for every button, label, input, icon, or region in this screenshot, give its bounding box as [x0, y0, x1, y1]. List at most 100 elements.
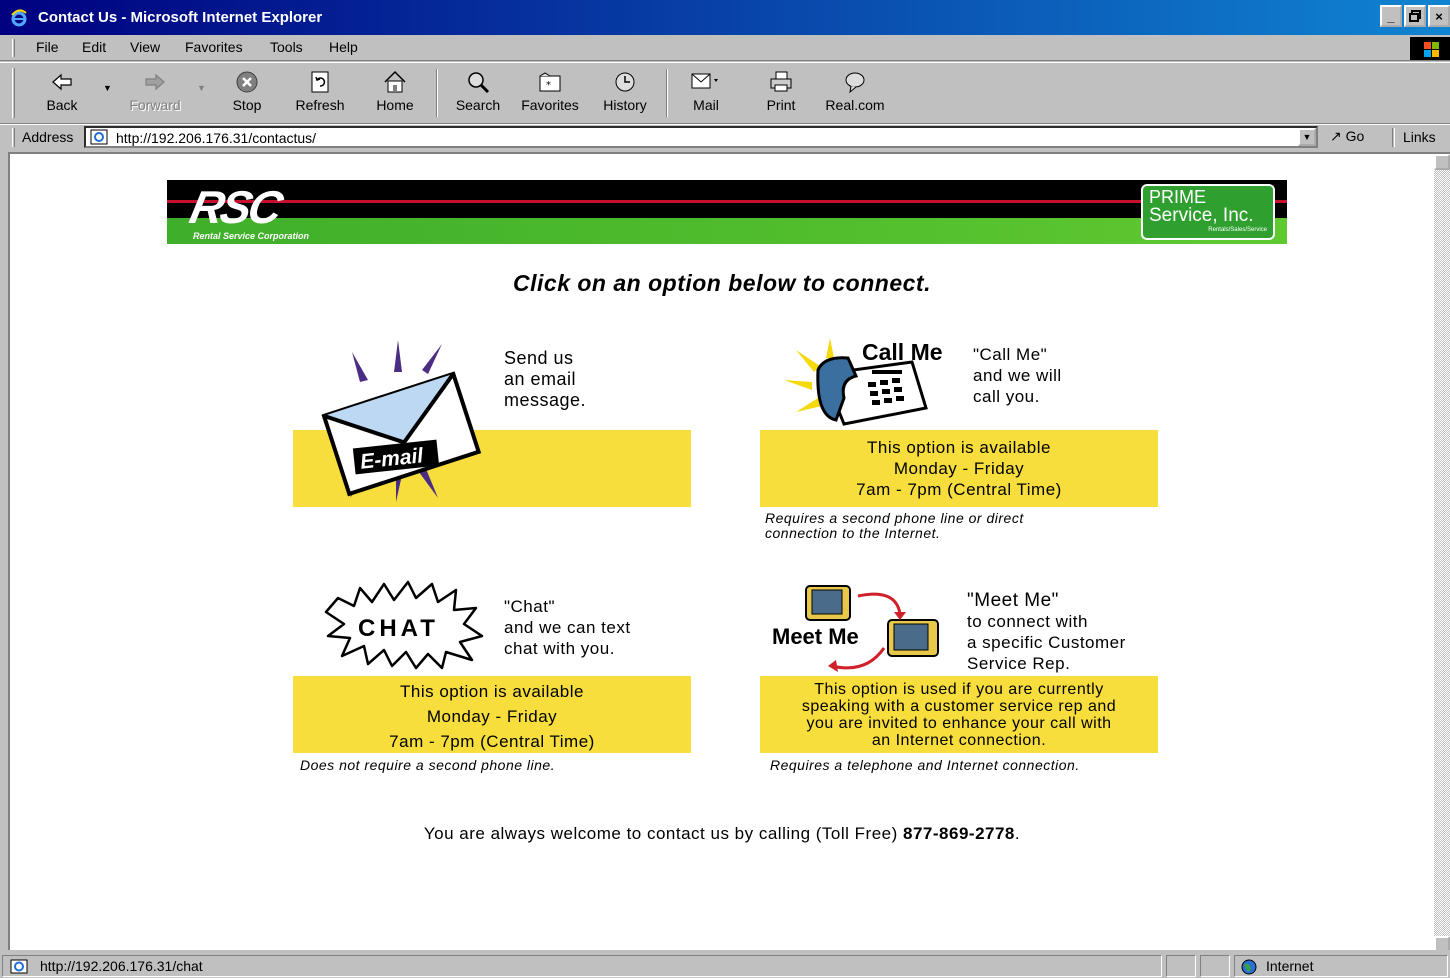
- email-envelope-icon[interactable]: E-mail: [310, 338, 482, 504]
- callme-icon-label: Call Me: [862, 339, 943, 365]
- scroll-down-button[interactable]: [1434, 936, 1450, 950]
- meetme-box-line1: This option is used if you are currently: [814, 681, 1104, 698]
- home-button[interactable]: Home: [370, 69, 420, 119]
- favorites-button[interactable]: * Favorites: [516, 69, 584, 119]
- meetme-box-line3: you are invited to enhance your call wit…: [806, 715, 1112, 732]
- address-input[interactable]: http://192.206.176.31/contactus/ ▼: [84, 126, 1318, 148]
- page-icon: [10, 959, 28, 974]
- toll-free-phone: 877-869-2778: [903, 824, 1015, 843]
- callme-box-line1: This option is available: [867, 438, 1051, 457]
- callme-note-line2: connection to the Internet.: [765, 525, 941, 541]
- meetme-icon[interactable]: Meet Me: [766, 582, 952, 676]
- menu-favorites[interactable]: Favorites: [185, 39, 243, 55]
- realcom-button[interactable]: Real.com: [818, 69, 892, 119]
- history-label: History: [603, 97, 647, 113]
- refresh-button[interactable]: Refresh: [290, 69, 350, 119]
- links-button[interactable]: Links: [1403, 129, 1436, 145]
- go-button[interactable]: ↗ Go: [1330, 128, 1364, 145]
- forward-label: Forward: [129, 97, 181, 113]
- minimize-button[interactable]: _: [1380, 5, 1402, 27]
- chat-desc-line2: and we can text: [504, 618, 631, 637]
- menubar-grip[interactable]: [12, 39, 15, 57]
- home-label: Home: [376, 97, 414, 113]
- menu-file[interactable]: File: [36, 39, 59, 55]
- callme-desc-line2: and we will: [973, 366, 1062, 385]
- meetme-icon-label: Meet Me: [772, 624, 859, 649]
- site-banner: RSC Rental Service Corporation PRIME Ser…: [167, 180, 1287, 244]
- chat-yellow-box[interactable]: This option is available Monday - Friday…: [293, 676, 691, 753]
- printer-icon: [770, 71, 792, 92]
- window-titlebar: Contact Us - Microsoft Internet Explorer…: [0, 0, 1450, 35]
- go-label: Go: [1345, 128, 1365, 144]
- refresh-label: Refresh: [295, 97, 345, 113]
- search-button[interactable]: Search: [450, 69, 506, 119]
- mail-icon: [691, 73, 718, 89]
- back-button[interactable]: Back: [40, 69, 84, 119]
- mail-button[interactable]: Mail: [682, 69, 730, 119]
- status-pane-progress: [1166, 955, 1196, 977]
- back-label: Back: [46, 97, 78, 113]
- history-icon: [615, 72, 635, 92]
- toll-free-suffix: .: [1014, 824, 1021, 843]
- callme-box-line2: Monday - Friday: [893, 459, 1025, 478]
- print-label: Print: [766, 97, 796, 113]
- chat-desc-line1: "Chat": [504, 597, 555, 616]
- menu-view[interactable]: View: [130, 39, 160, 55]
- rsc-logo-subtitle: Rental Service Corporation: [193, 231, 310, 241]
- search-label: Search: [455, 97, 501, 113]
- callme-note: Requires a second phone line or direct c…: [765, 511, 1024, 541]
- meetme-description[interactable]: "Meet Me" to connect with a specific Cus…: [967, 590, 1126, 674]
- close-button[interactable]: ×: [1428, 5, 1450, 27]
- toll-free-prefix: You are always welcome to contact us by …: [423, 824, 904, 843]
- callme-yellow-box[interactable]: This option is available Monday - Friday…: [760, 430, 1158, 507]
- chat-burst-icon[interactable]: CHAT: [324, 580, 484, 670]
- svg-text:*: *: [546, 80, 551, 91]
- callme-desc-line1: "Call Me": [973, 345, 1048, 364]
- toolbar-grip[interactable]: [12, 68, 15, 118]
- address-label: Address: [22, 129, 74, 145]
- meetme-desc-line3: a specific Customer: [967, 633, 1126, 652]
- callme-desc-line3: call you.: [973, 387, 1040, 406]
- menu-edit[interactable]: Edit: [82, 39, 106, 55]
- meetme-desc-line2: to connect with: [967, 612, 1088, 631]
- search-icon: [468, 72, 490, 94]
- ie-logo-icon: [11, 9, 27, 27]
- print-button[interactable]: Print: [758, 69, 804, 119]
- page-icon: [90, 129, 108, 145]
- realcom-label: Real.com: [825, 97, 885, 113]
- callme-box-line3: 7am - 7pm (Central Time): [856, 480, 1062, 499]
- phone-icon[interactable]: Call Me: [784, 336, 960, 432]
- favorites-icon: *: [539, 72, 561, 92]
- addressbar-grip[interactable]: [12, 128, 15, 147]
- email-description[interactable]: Send us an email message.: [504, 348, 586, 411]
- chat-box-line1: This option is available: [400, 682, 584, 701]
- vertical-scrollbar[interactable]: [1434, 154, 1450, 950]
- callme-description[interactable]: "Call Me" and we will call you.: [973, 344, 1062, 407]
- forward-dropdown-icon[interactable]: ▼: [197, 83, 206, 93]
- toll-free-message: You are always welcome to contact us by …: [10, 824, 1434, 844]
- meetme-box-line2: speaking with a customer service rep and: [801, 698, 1117, 715]
- menu-help[interactable]: Help: [329, 39, 358, 55]
- meetme-yellow-box[interactable]: This option is used if you are currently…: [760, 676, 1158, 753]
- restore-button[interactable]: [1404, 5, 1426, 27]
- back-dropdown-icon[interactable]: ▼: [103, 83, 112, 93]
- mail-label: Mail: [693, 97, 719, 113]
- email-desc-line3: message.: [504, 390, 587, 410]
- stop-icon: [236, 71, 258, 93]
- forward-button[interactable]: Forward: [126, 69, 184, 119]
- scroll-up-button[interactable]: [1434, 154, 1450, 170]
- restore-icon: [1409, 10, 1421, 22]
- address-url: http://192.206.176.31/contactus/: [116, 130, 317, 146]
- history-button[interactable]: History: [598, 69, 652, 119]
- toolbar-separator: [436, 69, 438, 117]
- banner-green-stripe: [167, 218, 1287, 244]
- chat-description[interactable]: "Chat" and we can text chat with you.: [504, 596, 631, 659]
- address-dropdown-icon[interactable]: ▼: [1298, 128, 1316, 146]
- menu-tools[interactable]: Tools: [270, 39, 303, 55]
- stop-label: Stop: [232, 97, 262, 113]
- chat-note: Does not require a second phone line.: [300, 757, 556, 773]
- forward-arrow-icon: [145, 73, 165, 91]
- back-arrow-icon: [52, 73, 72, 91]
- stop-button[interactable]: Stop: [226, 69, 268, 119]
- prime-line3: Rentals/Sales/Service: [1208, 227, 1267, 233]
